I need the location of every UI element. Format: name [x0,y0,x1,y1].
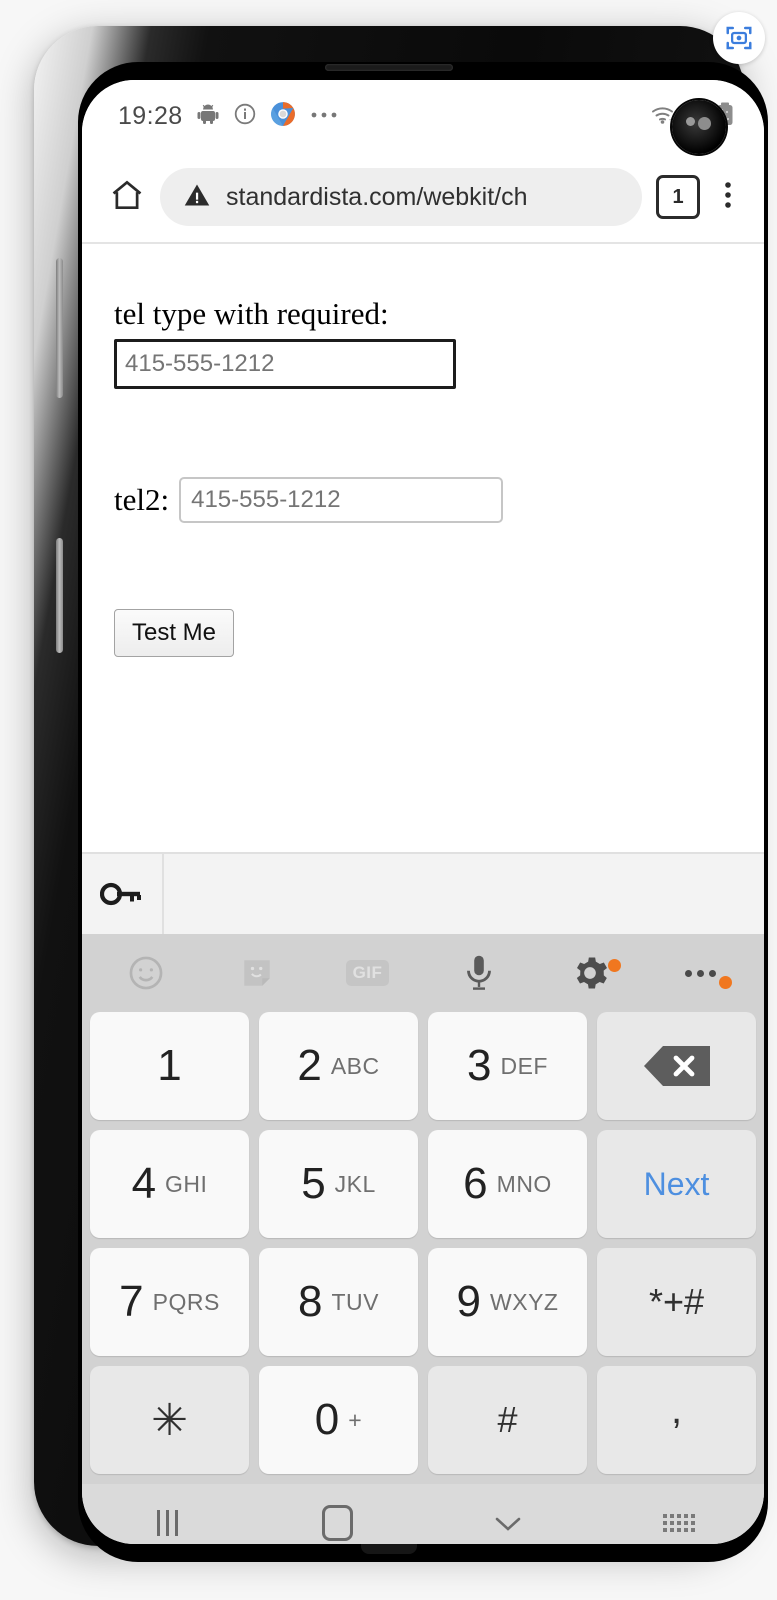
emoji-icon[interactable] [90,954,201,992]
chrome-icon [270,101,296,132]
sticker-icon[interactable] [201,955,312,991]
key-plus: + [348,1406,363,1433]
phone-frame: 19:28 + standardista.com/webkit/ch 1 tel… [34,26,768,1562]
key-1[interactable]: 1 [90,1012,249,1120]
test-me-button[interactable]: Test Me [114,609,235,657]
symbols-key[interactable]: *+# [597,1248,756,1356]
key-4[interactable]: 4 GHI [90,1130,249,1238]
onscreen-keyboard: GIF 1 2 ABC 3 DEF 4 GHI 5 JKL 6 MNO Next… [82,934,764,1484]
keyboard-more-icon[interactable] [645,969,756,989]
next-key[interactable]: Next [597,1130,756,1238]
more-notifications-icon [309,107,343,125]
asterisk-key[interactable]: ✳ [90,1366,249,1474]
asterisk-label: ✳ [151,1395,188,1445]
key-9[interactable]: 9 WXYZ [428,1248,587,1356]
symbols-key-label: *+# [648,1281,705,1322]
key-number: 8 [298,1277,323,1326]
keypad: 1 2 ABC 3 DEF 4 GHI 5 JKL 6 MNO Next 7 P… [90,1012,756,1480]
status-clock: 19:28 [118,101,183,130]
key-5[interactable]: 5 JKL [259,1130,418,1238]
keyboard-switch-icon[interactable] [594,1514,765,1532]
key-letters: JKL [334,1170,376,1197]
tel1-field-block: tel type with required: [82,296,764,389]
recents-glyph [156,1510,178,1536]
url-bar[interactable]: standardista.com/webkit/ch [160,168,642,226]
volume-button[interactable] [56,258,63,398]
info-circle-icon [233,102,257,131]
front-camera-cutout [672,100,726,154]
keyboard-toolbar: GIF [90,934,756,1012]
tel2-input[interactable] [179,477,504,523]
password-key-icon[interactable] [82,854,164,934]
tel2-label: tel2: [114,482,170,517]
key-number: 2 [297,1041,322,1090]
key-number: 5 [301,1159,326,1208]
gif-icon[interactable]: GIF [312,960,423,986]
android-robot-icon [196,102,220,131]
phone-screen: 19:28 + standardista.com/webkit/ch 1 tel… [82,80,764,1544]
status-bar: 19:28 + [82,80,764,152]
tab-switcher-button[interactable]: 1 [656,175,700,219]
keypad-row-3: 7 PQRS 8 TUV 9 WXYZ *+# [90,1248,756,1356]
key-number: 3 [467,1041,492,1090]
backspace-icon [641,1043,713,1089]
keypad-row-1: 1 2 ABC 3 DEF [90,1012,756,1120]
microphone-icon[interactable] [423,953,534,993]
home-icon[interactable] [108,176,146,219]
key-letters: MNO [496,1170,552,1197]
home-glyph [322,1505,354,1541]
home-nav-icon[interactable] [253,1505,424,1541]
tab-count-label: 1 [672,185,684,208]
hash-label: # [497,1399,518,1440]
key-letters: ABC [330,1052,380,1079]
key-7[interactable]: 7 PQRS [90,1248,249,1356]
keyboard-switch-glyph [662,1514,695,1532]
key-number: 7 [119,1277,144,1326]
chevron-down-icon[interactable] [423,1512,594,1534]
settings-gear-icon[interactable] [534,953,645,993]
keypad-row-4: ✳ 0 + # , [90,1366,756,1474]
key-number: 4 [131,1159,157,1208]
key-0[interactable]: 0 + [259,1366,418,1474]
key-number: 6 [463,1159,488,1208]
key-letters: PQRS [152,1288,220,1315]
key-letters: TUV [331,1288,379,1315]
tel1-input[interactable] [114,339,456,389]
earpiece-speaker [325,64,453,71]
settings-badge-dot [608,959,621,972]
status-bar-left: 19:28 [118,101,343,132]
keypad-row-2: 4 GHI 5 JKL 6 MNO Next [90,1130,756,1238]
key-letters: WXYZ [490,1288,559,1315]
power-button[interactable] [56,538,63,653]
key-2[interactable]: 2 ABC [259,1012,418,1120]
warning-triangle-icon [182,181,212,214]
more-badge-dot [719,975,732,989]
autofill-suggestion-bar [82,852,764,934]
key-number: 0 [314,1395,340,1444]
key-number: 1 [157,1041,182,1090]
three-dots-glyph [685,969,716,977]
tel1-label: tel type with required: [114,296,389,331]
tel2-field-block: tel2: [82,477,764,523]
web-page-content: tel type with required: tel2: Test Me [82,244,764,852]
hash-key[interactable]: # [428,1366,587,1474]
key-letters: GHI [165,1170,208,1197]
screenshot-scan-icon[interactable] [713,12,765,64]
key-letters: DEF [500,1052,548,1079]
comma-label: , [670,1387,683,1432]
recents-icon[interactable] [82,1510,253,1536]
gif-label: GIF [345,960,390,986]
autofill-suggestion-list[interactable] [164,854,764,934]
key-number: 9 [456,1277,482,1326]
url-text: standardista.com/webkit/ch [226,182,528,211]
next-key-label: Next [643,1165,710,1202]
key-8[interactable]: 8 TUV [259,1248,418,1356]
key-6[interactable]: 6 MNO [428,1130,587,1238]
backspace-key[interactable] [597,1012,756,1120]
comma-key[interactable]: , [597,1366,756,1474]
system-navigation-bar [82,1484,764,1544]
key-3[interactable]: 3 DEF [428,1012,587,1120]
browser-toolbar: standardista.com/webkit/ch 1 [82,152,764,242]
overflow-menu-icon[interactable] [714,178,742,217]
